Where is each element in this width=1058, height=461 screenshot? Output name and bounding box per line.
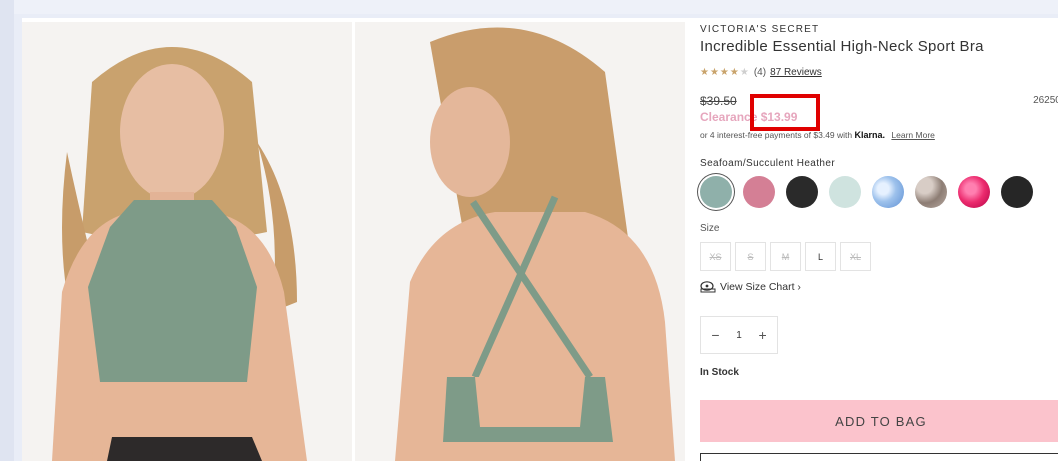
product-title: Incredible Essential High-Neck Sport Bra	[700, 38, 984, 55]
qty-increase-button[interactable]: +	[754, 327, 770, 343]
model-front-illustration	[22, 22, 352, 461]
model-back-illustration	[355, 22, 685, 461]
product-image-back[interactable]	[355, 22, 685, 461]
size-option-xl[interactable]: XL	[840, 242, 871, 271]
brand-name: VICTORIA'S SECRET	[700, 24, 820, 35]
swatch-grey-camo[interactable]	[915, 176, 947, 208]
swatch-pink[interactable]	[743, 176, 775, 208]
product-sku: 2625069	[1033, 95, 1058, 106]
secondary-button[interactable]	[700, 453, 1058, 461]
swatch-pink-print[interactable]	[958, 176, 990, 208]
swatch-mint[interactable]	[829, 176, 861, 208]
star-rating-icon: ★★★★★	[700, 67, 750, 78]
klarna-installments: or 4 interest-free payments of $3.49 wit…	[700, 130, 935, 140]
size-option-l[interactable]: L	[805, 242, 836, 271]
product-image-front[interactable]	[22, 22, 352, 461]
add-to-bag-button[interactable]: ADD TO BAG	[700, 400, 1058, 442]
reviews-link[interactable]: 87 Reviews	[770, 67, 822, 78]
size-options: XS S M L XL	[700, 242, 871, 271]
size-chart-link[interactable]: View Size Chart ›	[700, 281, 801, 293]
color-swatches	[700, 176, 1033, 208]
size-option-m[interactable]: M	[770, 242, 801, 271]
measuring-tape-icon	[700, 281, 716, 293]
size-chart-label: View Size Chart ›	[720, 281, 801, 293]
rating-count: (4)	[753, 67, 767, 78]
qty-value: 1	[736, 329, 742, 341]
product-page: VICTORIA'S SECRET Incredible Essential H…	[22, 18, 1058, 461]
original-price: $39.50	[700, 94, 737, 108]
quantity-stepper: − 1 +	[700, 316, 778, 354]
size-option-s[interactable]: S	[735, 242, 766, 271]
rating: ★★★★★ (4) 87 Reviews	[700, 67, 822, 78]
selected-color-label: Seafoam/Succulent Heather	[700, 158, 836, 169]
left-gutter	[0, 0, 14, 461]
top-band	[14, 0, 1058, 14]
qty-decrease-button[interactable]: −	[707, 327, 723, 343]
stock-status: In Stock	[700, 367, 739, 378]
klarna-learn-more-link[interactable]: Learn More	[891, 130, 934, 140]
swatch-blue-tie-dye[interactable]	[872, 176, 904, 208]
swatch-seafoam[interactable]	[700, 176, 732, 208]
swatch-black[interactable]	[786, 176, 818, 208]
size-option-xs[interactable]: XS	[700, 242, 731, 271]
size-label: Size	[700, 223, 720, 234]
swatch-black-heather[interactable]	[1001, 176, 1033, 208]
klarna-text: or 4 interest-free payments of $3.49 wit…	[700, 130, 853, 140]
klarna-logo: Klarna.	[854, 130, 886, 140]
product-details: VICTORIA'S SECRET Incredible Essential H…	[700, 18, 1058, 461]
price-highlight-box	[750, 94, 820, 131]
